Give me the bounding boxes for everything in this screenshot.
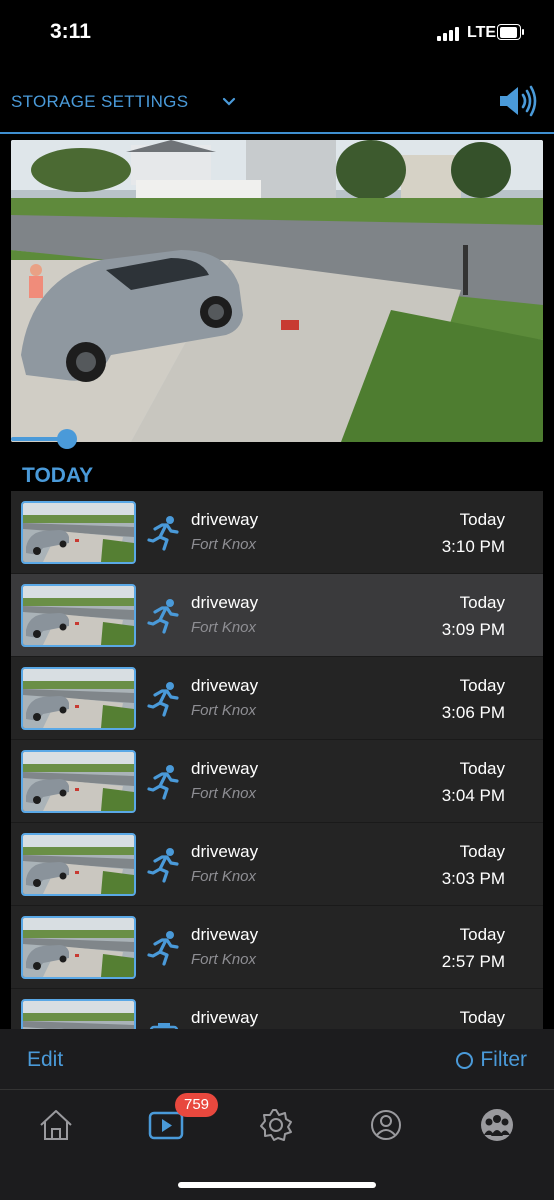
event-thumbnail [21,833,136,896]
event-time: 3:10 PM [441,537,505,556]
home-indicator [178,1182,376,1188]
account-icon[interactable] [366,1105,406,1145]
event-time: 2:57 PM [441,952,505,971]
filter-label: Filter [480,1048,527,1071]
event-location: Fort Knox [191,868,257,885]
chevron-down-icon [223,97,236,106]
camera-video-player[interactable] [11,140,543,442]
list-toolbar: Edit Filter [0,1029,554,1090]
motion-icon [147,764,181,800]
event-thumbnail [21,999,136,1029]
event-row[interactable]: driveway Fort Knox Today 3:09 PM [11,574,543,657]
event-day: Today [459,1008,505,1027]
event-row[interactable]: driveway Fort Knox Today 3:03 PM [11,823,543,906]
header: STORAGE SETTINGS [0,70,554,134]
filter-icon [456,1051,474,1069]
home-icon[interactable] [36,1105,76,1145]
event-title: driveway [191,842,259,861]
motion-icon [147,598,181,634]
event-location: Fort Knox [191,702,257,719]
motion-icon [147,681,181,717]
storage-settings-dropdown[interactable]: STORAGE SETTINGS [11,88,236,116]
notification-badge: 759 [175,1093,219,1117]
event-time: 3:06 PM [441,703,505,722]
event-location: Fort Knox [191,536,257,553]
event-location: Fort Knox [191,785,257,802]
playback-scrubber-handle[interactable] [57,429,77,449]
event-title: driveway [191,593,259,612]
event-thumbnail [21,501,136,564]
event-day: Today [459,593,505,612]
event-thumbnail [21,667,136,730]
event-row[interactable]: driveway Today [11,989,543,1029]
motion-icon [147,930,181,966]
event-time: 3:09 PM [441,620,505,639]
event-day: Today [459,842,505,861]
event-day: Today [459,759,505,778]
event-row[interactable]: driveway Fort Knox Today 3:04 PM [11,740,543,823]
event-day: Today [459,676,505,695]
event-row[interactable]: driveway Fort Knox Today 2:57 PM [11,906,543,989]
event-location: Fort Knox [191,619,257,636]
event-day: Today [459,925,505,944]
event-thumbnail [21,584,136,647]
network-label: LTE [467,24,497,41]
event-title: driveway [191,1008,259,1027]
speaker-icon[interactable] [498,84,538,118]
status-time: 3:11 [50,20,91,43]
event-title: driveway [191,925,259,944]
battery-icon [497,24,524,40]
status-bar: 3:11 LTE [0,0,554,70]
edit-button[interactable]: Edit [27,1048,63,1072]
community-icon[interactable] [477,1105,517,1145]
event-thumbnail [21,750,136,813]
event-row[interactable]: driveway Fort Knox Today 3:10 PM [11,491,543,574]
motion-icon [147,515,181,551]
motion-icon [147,847,181,883]
event-day: Today [459,510,505,529]
event-list[interactable]: driveway Fort Knox Today 3:10 PM driveway For… [11,491,543,1029]
settings-icon[interactable] [256,1105,296,1145]
event-time: 3:03 PM [441,869,505,888]
event-title: driveway [191,676,259,695]
filter-button[interactable]: Filter [456,1048,527,1072]
event-time: 3:04 PM [441,786,505,805]
event-thumbnail [21,916,136,979]
event-location: Fort Knox [191,951,257,968]
section-title-today: TODAY [22,464,94,487]
camera-icon [147,1013,181,1029]
storage-settings-label: STORAGE SETTINGS [11,92,189,111]
event-row[interactable]: driveway Fort Knox Today 3:06 PM [11,657,543,740]
event-title: driveway [191,510,259,529]
event-title: driveway [191,759,259,778]
signal-strength-icon [437,25,461,41]
